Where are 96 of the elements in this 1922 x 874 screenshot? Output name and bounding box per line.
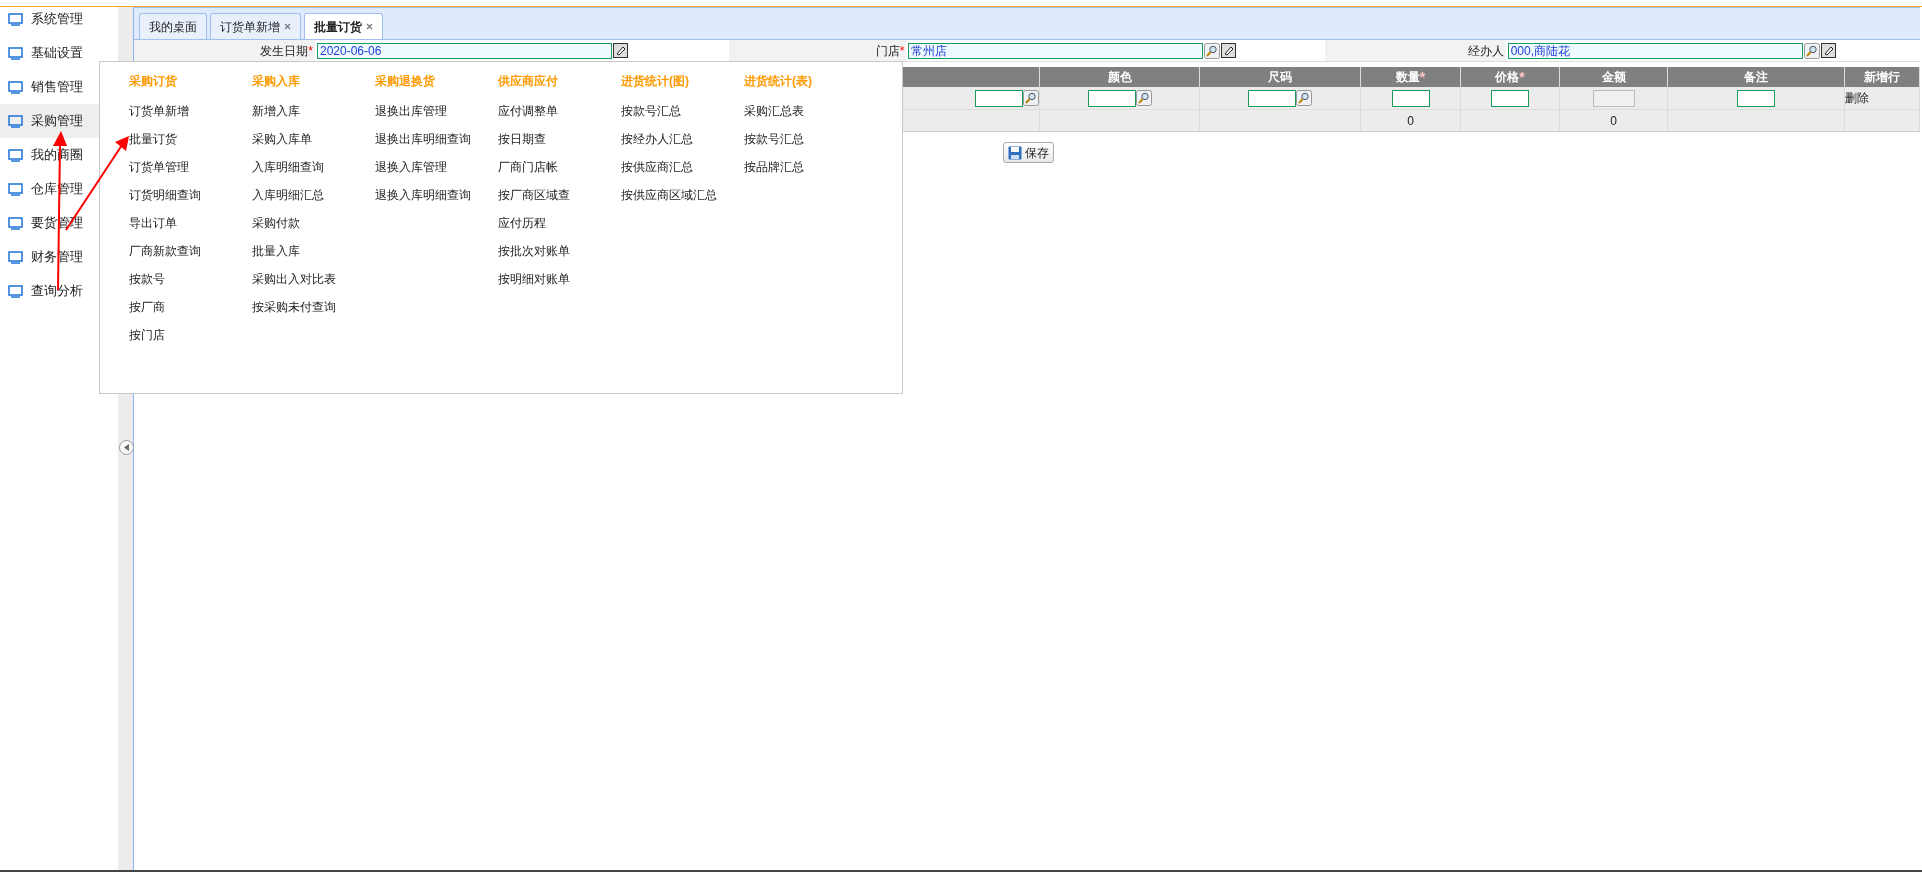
menu-item[interactable]: 入库明细汇总 bbox=[252, 188, 324, 202]
menu-item[interactable]: 按款号 bbox=[129, 272, 165, 286]
column-header: 价格 bbox=[1495, 69, 1520, 86]
menu-item[interactable]: 按款号汇总 bbox=[744, 132, 804, 146]
monitor-icon bbox=[8, 284, 23, 298]
menu-item[interactable]: 按批次对账单 bbox=[498, 244, 570, 258]
eraser-icon[interactable] bbox=[1221, 43, 1237, 58]
menu-item[interactable]: 按厂商 bbox=[129, 300, 165, 314]
menu-heading: 进货统计(表) bbox=[744, 74, 813, 88]
menu-item[interactable]: 按经办人汇总 bbox=[621, 132, 693, 146]
monitor-icon bbox=[8, 46, 23, 60]
input-field[interactable] bbox=[975, 89, 1023, 107]
monitor-icon bbox=[8, 182, 23, 196]
menu-item[interactable]: 订货单新增 bbox=[129, 104, 189, 118]
monitor-icon bbox=[8, 114, 23, 128]
tab[interactable]: 我的桌面 bbox=[139, 13, 207, 39]
input-field[interactable] bbox=[1491, 89, 1529, 107]
sidebar-item[interactable]: 查询分析 bbox=[0, 274, 118, 308]
delete-link[interactable]: 删除 bbox=[1845, 89, 1869, 107]
monitor-icon bbox=[8, 80, 23, 94]
menu-heading: 进货统计(图) bbox=[621, 74, 690, 88]
eraser-icon[interactable] bbox=[1820, 43, 1836, 58]
triangle-left-icon bbox=[123, 444, 130, 451]
total-value: 0 bbox=[1407, 112, 1414, 130]
menu-item[interactable]: 新增入库 bbox=[252, 104, 300, 118]
search-icon[interactable] bbox=[1296, 90, 1312, 106]
menu-item[interactable]: 采购出入对比表 bbox=[252, 272, 336, 286]
column-header: 备注 bbox=[1744, 69, 1768, 86]
input-field[interactable] bbox=[1391, 89, 1430, 107]
menu-item[interactable]: 按供应商区域汇总 bbox=[621, 188, 717, 202]
tab[interactable]: 订货单新增 bbox=[210, 13, 301, 39]
input-field[interactable]: 2020-06-06 bbox=[317, 42, 612, 59]
sidebar-item[interactable]: 销售管理 bbox=[0, 70, 118, 104]
search-icon[interactable] bbox=[1204, 42, 1221, 59]
input-field[interactable]: 000,商陆花 bbox=[1507, 42, 1803, 59]
menu-item[interactable]: 厂商门店帐 bbox=[498, 160, 558, 174]
menu-item[interactable]: 批量入库 bbox=[252, 244, 300, 258]
required-asterisk: * bbox=[1419, 67, 1426, 87]
menu-item[interactable]: 按供应商汇总 bbox=[621, 160, 693, 174]
monitor-icon bbox=[8, 148, 23, 162]
menu-item[interactable]: 厂商新款查询 bbox=[129, 244, 201, 258]
close-icon[interactable] bbox=[284, 23, 291, 30]
menu-item[interactable]: 退换入库管理 bbox=[375, 160, 447, 174]
monitor-icon bbox=[8, 12, 23, 26]
menu-item[interactable]: 按采购未付查询 bbox=[252, 300, 336, 314]
field-label: 发生日期* bbox=[134, 40, 315, 61]
menu-item[interactable]: 退换出库明细查询 bbox=[375, 132, 471, 146]
column-header: 数量 bbox=[1395, 69, 1420, 86]
field-label: 经办人 bbox=[1324, 40, 1506, 61]
required-asterisk: * bbox=[899, 42, 905, 60]
field-label: 门店* bbox=[729, 40, 907, 61]
menu-item[interactable]: 退换入库明细查询 bbox=[375, 188, 471, 202]
menu-item[interactable]: 入库明细查询 bbox=[252, 160, 324, 174]
input-field[interactable] bbox=[1737, 89, 1775, 107]
input-field[interactable]: 常州店 bbox=[908, 42, 1204, 59]
column-header: 金额 bbox=[1601, 69, 1626, 86]
menu-heading: 采购退换货 bbox=[375, 74, 436, 88]
collapse-button[interactable] bbox=[119, 440, 134, 455]
search-icon[interactable] bbox=[1023, 90, 1039, 106]
menu-item[interactable]: 按厂商区域查 bbox=[498, 188, 570, 202]
close-icon[interactable] bbox=[366, 23, 373, 30]
menu-item[interactable]: 按门店 bbox=[129, 328, 165, 342]
column-header: 颜色 bbox=[1107, 69, 1132, 86]
required-asterisk: * bbox=[308, 42, 313, 60]
menu-item[interactable]: 按明细对账单 bbox=[498, 272, 570, 286]
required-asterisk: * bbox=[1519, 67, 1525, 87]
eraser-icon[interactable] bbox=[613, 43, 628, 58]
menu-heading: 采购订货 bbox=[129, 74, 178, 88]
input-field[interactable] bbox=[1248, 89, 1296, 107]
search-icon[interactable] bbox=[1803, 42, 1820, 59]
monitor-icon bbox=[8, 250, 23, 264]
input-field[interactable] bbox=[1087, 89, 1136, 107]
search-icon[interactable] bbox=[1135, 90, 1152, 106]
menu-item[interactable]: 应付调整单 bbox=[498, 104, 558, 118]
menu-heading: 采购入库 bbox=[252, 74, 301, 88]
menu-item[interactable]: 按款号汇总 bbox=[621, 104, 681, 118]
menu-item[interactable]: 批量订货 bbox=[129, 132, 177, 146]
monitor-icon bbox=[8, 216, 23, 230]
menu-item[interactable]: 退换出库管理 bbox=[375, 104, 447, 118]
menu-item[interactable]: 采购付款 bbox=[252, 216, 300, 230]
menu-item[interactable]: 导出订单 bbox=[129, 216, 177, 230]
menu-heading: 供应商应付 bbox=[498, 74, 559, 88]
menu-item[interactable]: 订货单管理 bbox=[129, 160, 189, 174]
column-header: 新增行 bbox=[1864, 69, 1900, 86]
menu-item[interactable]: 应付历程 bbox=[498, 216, 546, 230]
menu-item[interactable]: 订货明细查询 bbox=[129, 188, 201, 202]
total-value: 0 bbox=[1610, 112, 1617, 130]
menu-item[interactable]: 采购汇总表 bbox=[744, 104, 804, 118]
tab[interactable]: 批量订货 bbox=[304, 13, 383, 39]
menu-item[interactable]: 按日期查 bbox=[498, 132, 546, 146]
menu-item[interactable]: 采购入库单 bbox=[252, 132, 312, 146]
sidebar-item[interactable]: 系统管理 bbox=[0, 2, 118, 36]
column-header: 尺码 bbox=[1268, 69, 1292, 86]
menu-item[interactable]: 按品牌汇总 bbox=[744, 160, 804, 174]
save-button[interactable]: 保存 bbox=[1003, 142, 1054, 163]
sidebar-item[interactable]: 基础设置 bbox=[0, 36, 118, 70]
